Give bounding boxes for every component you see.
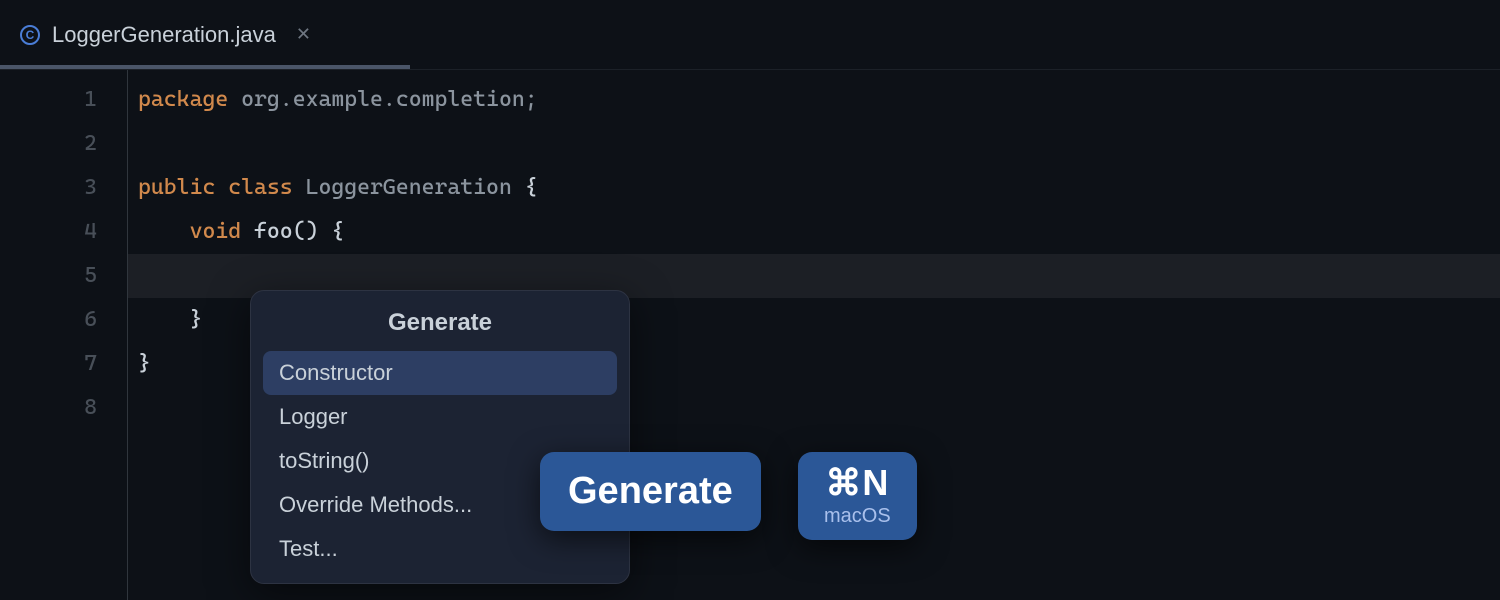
code-line: void foo() { <box>138 210 1500 254</box>
gutter: 1 2 3 4 5 6 7 8 <box>0 70 128 600</box>
line-number: 2 <box>0 122 97 166</box>
popup-item-constructor[interactable]: Constructor <box>263 351 617 395</box>
line-number: 8 <box>0 386 97 430</box>
code-line: package org.example.completion; <box>138 78 1500 122</box>
generate-popup: Generate Constructor Logger toString() O… <box>250 290 630 584</box>
popup-title: Generate <box>251 291 629 351</box>
line-number: 3 <box>0 166 97 210</box>
popup-item-logger[interactable]: Logger <box>263 395 617 439</box>
editor-tab[interactable]: C LoggerGeneration.java ✕ <box>0 0 331 69</box>
hint-os-label: macOS <box>824 505 891 528</box>
close-icon[interactable]: ✕ <box>296 24 311 45</box>
popup-item-test[interactable]: Test... <box>263 527 617 571</box>
line-number: 7 <box>0 342 97 386</box>
line-number: 4 <box>0 210 97 254</box>
tab-underline <box>0 65 410 69</box>
code-line: public class LoggerGeneration { <box>138 166 1500 210</box>
code-line <box>138 122 1500 166</box>
hint-shortcut-key: ⌘N <box>825 462 889 504</box>
tab-bar: C LoggerGeneration.java ✕ <box>0 0 1500 70</box>
line-number: 1 <box>0 78 97 122</box>
hint-action-badge: Generate <box>540 452 761 531</box>
tab-title: LoggerGeneration.java <box>52 22 276 48</box>
hint-action-label: Generate <box>568 470 733 513</box>
hint-shortcut-badge: ⌘N macOS <box>798 452 917 540</box>
class-icon: C <box>20 25 40 45</box>
line-number: 5 <box>0 254 97 298</box>
line-number: 6 <box>0 298 97 342</box>
